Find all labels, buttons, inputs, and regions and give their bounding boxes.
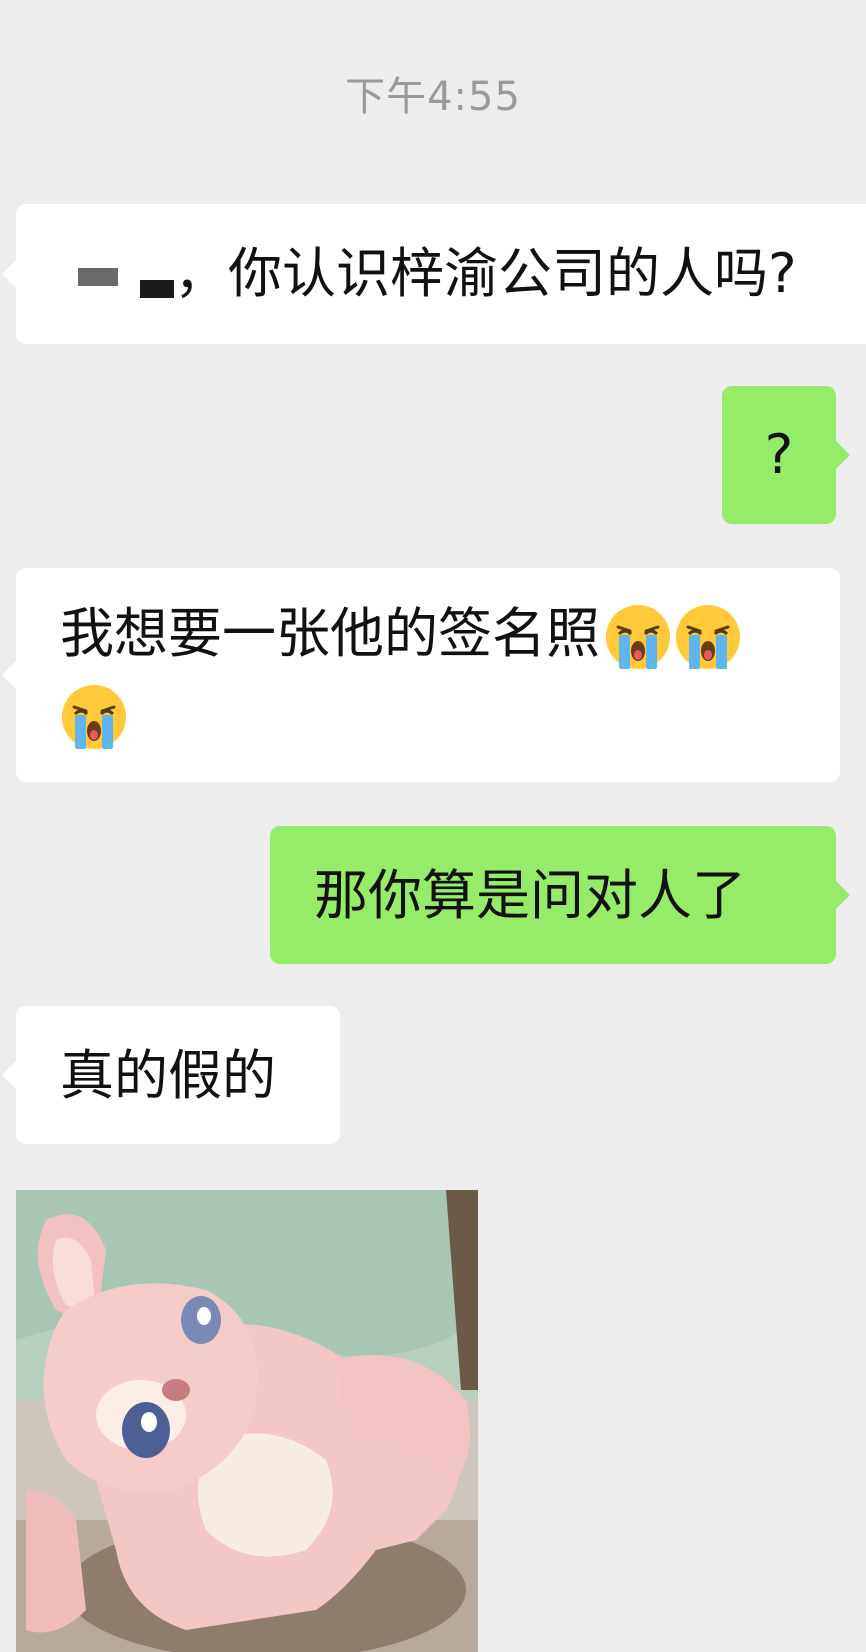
loudly-crying-face-icon [604,603,672,671]
chat-timestamp: 下午4:55 [345,74,521,120]
loudly-crying-face-icon [60,683,128,751]
message-bubble-outgoing[interactable]: ? [722,386,850,524]
sticker-illustration [16,1190,478,1652]
message-text: 我想要一张他的签名照 [60,602,600,665]
message-text: ，你认识梓渝公司的人吗? [174,242,797,305]
message-bubble-incoming[interactable]: 我想要一张他的签名照 [2,568,840,782]
message-bubble-incoming[interactable]: ，你认识梓渝公司的人吗? [2,204,866,344]
message-bubble-incoming[interactable]: 真的假的 [2,1006,340,1144]
message-bubble-outgoing[interactable]: 那你算是问对人了 [270,826,850,964]
message-text: 真的假的 [60,1044,276,1107]
pink-fox-mascot-sticker[interactable] [16,1190,478,1652]
redaction-mark [78,268,118,287]
message-text: 那你算是问对人了 [314,864,746,927]
message-text: ? [764,423,794,486]
redaction-mark [140,280,174,298]
loudly-crying-face-icon [674,603,742,671]
